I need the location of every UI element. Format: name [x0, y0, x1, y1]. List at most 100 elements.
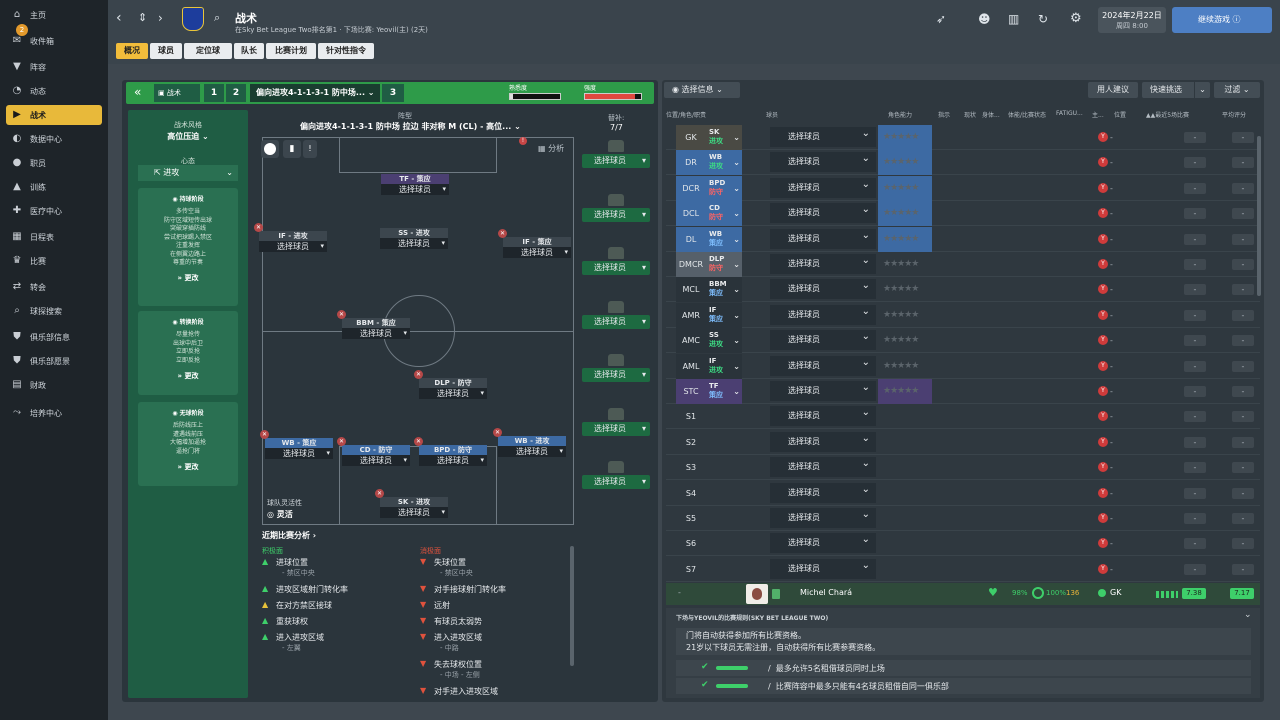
- player-select[interactable]: 选择球员: [419, 388, 487, 399]
- column-header[interactable]: 主...: [1092, 110, 1104, 119]
- player-slot[interactable]: ✕ BPD - 防守 选择球员: [414, 437, 487, 468]
- sub-slot[interactable]: 选择球员: [582, 300, 650, 329]
- player-select[interactable]: 选择球员: [259, 241, 327, 252]
- remove-icon[interactable]: ✕: [414, 437, 423, 446]
- sub-select[interactable]: 选择球员: [582, 475, 650, 489]
- up-down-icon[interactable]: ⇕: [138, 11, 147, 24]
- table-row[interactable]: S3选择球员Y---: [666, 454, 1260, 481]
- date-display[interactable]: 2024年2月22日 周四 8:00: [1098, 7, 1166, 33]
- player-slot[interactable]: ✕ IF - 进攻 选择球员: [254, 223, 327, 254]
- sidebar-item-14[interactable]: ⛊ 俱乐部愿景: [6, 351, 102, 371]
- mentality-select[interactable]: ⇱ 进攻 ⌄: [138, 165, 238, 181]
- player-select[interactable]: 选择球员: [770, 403, 876, 427]
- select-info-button[interactable]: ◉ 选择信息 ⌄: [664, 82, 740, 98]
- remove-icon[interactable]: ✕: [337, 437, 346, 446]
- sidebar-item-11[interactable]: ⇄ 转会: [6, 277, 102, 297]
- sidebar-item-12[interactable]: ⌕ 球探搜索: [6, 301, 102, 321]
- player-select[interactable]: 选择球员: [770, 530, 876, 554]
- sub-slot[interactable]: 选择球员: [582, 140, 650, 168]
- player-slot[interactable]: ✕ WB - 进攻 选择球员: [493, 428, 566, 459]
- player-slot[interactable]: SS - 进攻 选择球员: [380, 228, 448, 251]
- chart-icon[interactable]: ▮: [283, 140, 301, 158]
- remove-icon[interactable]: ✕: [498, 229, 507, 238]
- sidebar-item-1[interactable]: ✉ 2 收件箱: [6, 24, 102, 51]
- player-select[interactable]: 选择球员: [770, 454, 876, 478]
- role-cell[interactable]: CD 防守 ⌄: [706, 201, 742, 227]
- player-select[interactable]: 选择球员: [770, 200, 876, 224]
- column-header[interactable]: ▲▲最近5场比赛: [1146, 110, 1189, 119]
- player-select[interactable]: 选择球员: [380, 238, 448, 249]
- tab-3[interactable]: 队长: [234, 43, 264, 59]
- column-header[interactable]: 球员: [766, 110, 778, 119]
- tactic-name-select[interactable]: 偏向进攻4-1-1-3-1 防中场... ⌄: [250, 84, 380, 102]
- role-cell[interactable]: WB 策应 ⌄: [706, 226, 742, 252]
- tactic-slot-2[interactable]: 2: [226, 84, 246, 102]
- player-select[interactable]: 选择球员: [770, 353, 876, 376]
- remove-icon[interactable]: ✕: [260, 430, 269, 439]
- player-select[interactable]: 选择球员: [380, 507, 448, 518]
- column-header[interactable]: 指示: [938, 110, 950, 119]
- analysis-button[interactable]: ▦ 分析: [538, 143, 564, 154]
- remove-icon[interactable]: ✕: [375, 489, 384, 498]
- tab-5[interactable]: 针对性指令: [318, 43, 374, 59]
- table-row[interactable]: DCLCD防守⌄★★★★★选择球员Y---: [666, 200, 1260, 227]
- back-icon[interactable]: ‹: [116, 10, 122, 26]
- sidebar-item-2[interactable]: ▼ 阵容: [6, 57, 102, 77]
- role-cell[interactable]: SS 进攻 ⌄: [706, 328, 742, 354]
- role-cell[interactable]: BBM 策应 ⌄: [706, 277, 742, 303]
- column-header[interactable]: 现状: [964, 110, 976, 119]
- table-row[interactable]: AMCSS进攻⌄★★★★★选择球员Y---: [666, 327, 1260, 354]
- sidebar-item-8[interactable]: ✚ 医疗中心: [6, 201, 102, 221]
- chevron-down-icon[interactable]: ⌄: [1244, 610, 1252, 620]
- continue-button[interactable]: 继续游戏 ⓘ: [1172, 7, 1272, 33]
- book-icon[interactable]: ▥: [1008, 12, 1019, 26]
- table-row[interactable]: DCRBPD防守⌄★★★★★选择球员Y---: [666, 175, 1260, 201]
- player-select[interactable]: 选择球员: [770, 149, 876, 173]
- formation-select[interactable]: 偏向进攻4-1-1-3-1 防中场 拉边 非对称 M (CL) - 高位... …: [300, 121, 521, 132]
- remove-icon[interactable]: ✕: [337, 310, 346, 319]
- tactic-slot-1[interactable]: 1: [204, 84, 224, 102]
- sub-slot[interactable]: 选择球员: [582, 247, 650, 275]
- player-select[interactable]: 选择球员: [265, 448, 333, 459]
- club-crest[interactable]: [182, 7, 204, 31]
- style-select[interactable]: 高位压迫 ⌄: [128, 131, 248, 142]
- role-cell[interactable]: IF 进攻 ⌄: [706, 353, 742, 379]
- column-header[interactable]: 平均评分: [1222, 110, 1246, 119]
- player-select[interactable]: 选择球员: [381, 184, 449, 195]
- role-cell[interactable]: DLP 防守 ⌄: [706, 252, 742, 277]
- player-slot[interactable]: ✕ WB - 策应 选择球员: [260, 430, 333, 461]
- remove-icon[interactable]: ✕: [493, 428, 502, 437]
- player-select[interactable]: 选择球员: [770, 226, 876, 249]
- filter-button[interactable]: 过滤 ⌄: [1214, 82, 1260, 98]
- column-header[interactable]: 身体...: [982, 110, 1000, 119]
- table-row[interactable]: MCLBBM策应⌄★★★★★选择球员Y---: [666, 276, 1260, 303]
- advice-button[interactable]: 用人建议: [1088, 82, 1138, 98]
- view-toggles[interactable]: [261, 140, 279, 158]
- player-slot[interactable]: ✕ BBM - 策应 选择球员: [337, 310, 410, 341]
- assistant-icon[interactable]: ☻: [978, 12, 991, 26]
- out-possession-box[interactable]: ◉ 无球阶段 后防线压上 遭遇线前压 大幅增加逼抢 逼抢门将 » 更改: [138, 402, 238, 486]
- refresh-icon[interactable]: ↻: [1038, 12, 1048, 26]
- player-slot[interactable]: ✕ DLP - 防守 选择球员: [414, 370, 487, 401]
- player-slot[interactable]: TF - 策应 选择球员: [381, 174, 449, 197]
- analysis-scrollbar[interactable]: [570, 546, 574, 666]
- change-button[interactable]: » 更改: [138, 462, 238, 472]
- player-select[interactable]: 选择球员: [770, 378, 876, 401]
- sidebar-item-3[interactable]: ◔ 动态: [6, 81, 102, 101]
- table-row[interactable]: DMCRDLP防守⌄★★★★★选择球员Y---: [666, 251, 1260, 277]
- player-select[interactable]: 选择球员: [503, 247, 571, 258]
- transition-box[interactable]: ◉ 转换阶段 尽量抢传 出球中后卫 立即反抢 立即反抢 » 更改: [138, 311, 238, 395]
- sub-select[interactable]: 选择球员: [582, 261, 650, 275]
- column-header[interactable]: 位置/角色/职责: [666, 110, 706, 119]
- role-cell[interactable]: BPD 防守 ⌄: [706, 175, 742, 201]
- sidebar-item-5[interactable]: ◐ 数据中心: [6, 129, 102, 149]
- sub-slot[interactable]: 选择球员: [582, 193, 650, 222]
- player-select[interactable]: 选择球员: [770, 302, 876, 325]
- table-row[interactable]: STCTF策应⌄★★★★★选择球员Y---: [666, 378, 1260, 404]
- role-cell[interactable]: WB 进攻 ⌄: [706, 150, 742, 176]
- sub-slot[interactable]: 选择球员: [582, 354, 650, 382]
- tab-0[interactable]: 概况: [116, 43, 148, 59]
- player-select[interactable]: 选择球员: [342, 328, 410, 339]
- sub-slot[interactable]: 选择球员: [582, 407, 650, 436]
- player-select[interactable]: 选择球员: [770, 327, 876, 351]
